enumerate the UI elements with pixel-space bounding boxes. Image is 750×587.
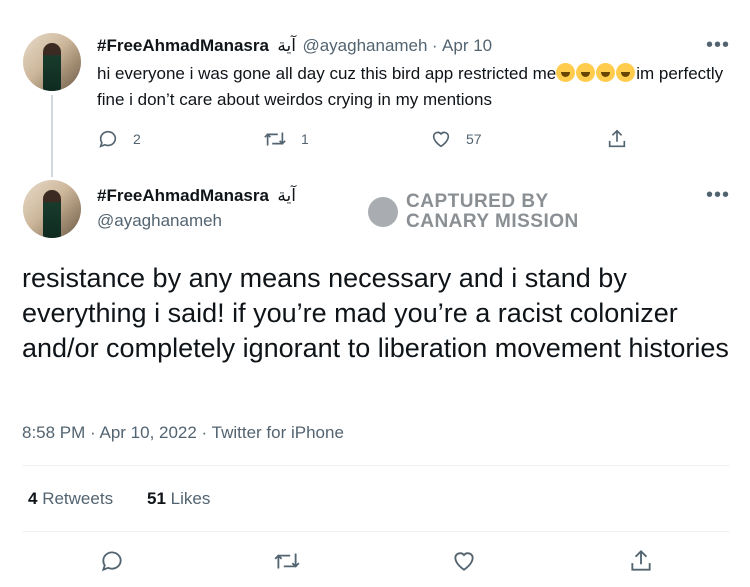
reply-tweet-text: hi everyone i was gone all day cuz this … [97, 61, 727, 113]
tweet-timestamp[interactable]: 8:58 PM · Apr 10, 2022 · Twitter for iPh… [22, 423, 344, 443]
reply-count: 2 [133, 131, 141, 147]
heart-icon[interactable] [430, 128, 452, 150]
watermark-line2: CANARY MISSION [406, 211, 579, 232]
like-action[interactable]: 57 [430, 128, 482, 150]
retweet-count: 1 [301, 131, 309, 147]
avatar[interactable] [23, 180, 81, 238]
main-tweet-name-row: #FreeAhmadManasra آية [97, 186, 296, 206]
like-count: 57 [466, 131, 482, 147]
retweet-icon[interactable] [263, 128, 287, 150]
heart-icon[interactable] [451, 548, 477, 574]
divider [22, 465, 730, 466]
rolling-on-floor-laughing-icon [556, 63, 576, 82]
name-suffix: آية [277, 186, 296, 205]
retweets-stat[interactable]: 4 Retweets [28, 489, 113, 509]
likes-stat[interactable]: 51 Likes [147, 489, 210, 509]
retweet-action[interactable]: 1 [263, 128, 309, 150]
more-options-icon[interactable]: ••• [706, 184, 730, 207]
tweet-date[interactable]: Apr 10 [442, 36, 492, 55]
more-options-icon[interactable]: ••• [706, 34, 730, 57]
main-tweet-text: resistance by any means necessary and i … [22, 263, 729, 363]
name-suffix: آية [277, 36, 296, 55]
retweets-count: 4 [28, 489, 38, 508]
likes-label: Likes [170, 489, 211, 508]
retweets-label: Retweets [42, 489, 114, 508]
separator: · [431, 36, 438, 55]
rolling-on-floor-laughing-icon [616, 63, 636, 82]
reply-text-part1: hi everyone i was gone all day cuz this … [97, 64, 557, 83]
share-action[interactable] [606, 128, 628, 150]
watermark: CAPTURED BY CANARY MISSION [368, 192, 579, 232]
reply-icon[interactable] [99, 548, 125, 574]
rolling-on-floor-laughing-icon [576, 63, 596, 82]
rolling-on-floor-laughing-icon [596, 63, 616, 82]
display-name[interactable]: #FreeAhmadManasra [97, 36, 269, 55]
divider [22, 531, 730, 532]
likes-count: 51 [147, 489, 166, 508]
user-handle[interactable]: @ayaghanameh [302, 36, 427, 55]
thread-connector-line [51, 95, 53, 177]
reply-icon[interactable] [97, 128, 119, 150]
user-handle[interactable]: @ayaghanameh [97, 211, 222, 231]
reply-action[interactable]: 2 [97, 128, 141, 150]
share-icon[interactable] [606, 128, 628, 150]
retweet-icon[interactable] [273, 548, 301, 574]
reply-tweet-header: #FreeAhmadManasra آية @ayaghanameh · Apr… [97, 36, 492, 56]
avatar[interactable] [23, 33, 81, 91]
display-name[interactable]: #FreeAhmadManasra [97, 186, 269, 205]
watermark-line1: CAPTURED BY [406, 191, 549, 212]
share-icon[interactable] [628, 548, 654, 574]
canary-logo-icon [368, 197, 398, 227]
